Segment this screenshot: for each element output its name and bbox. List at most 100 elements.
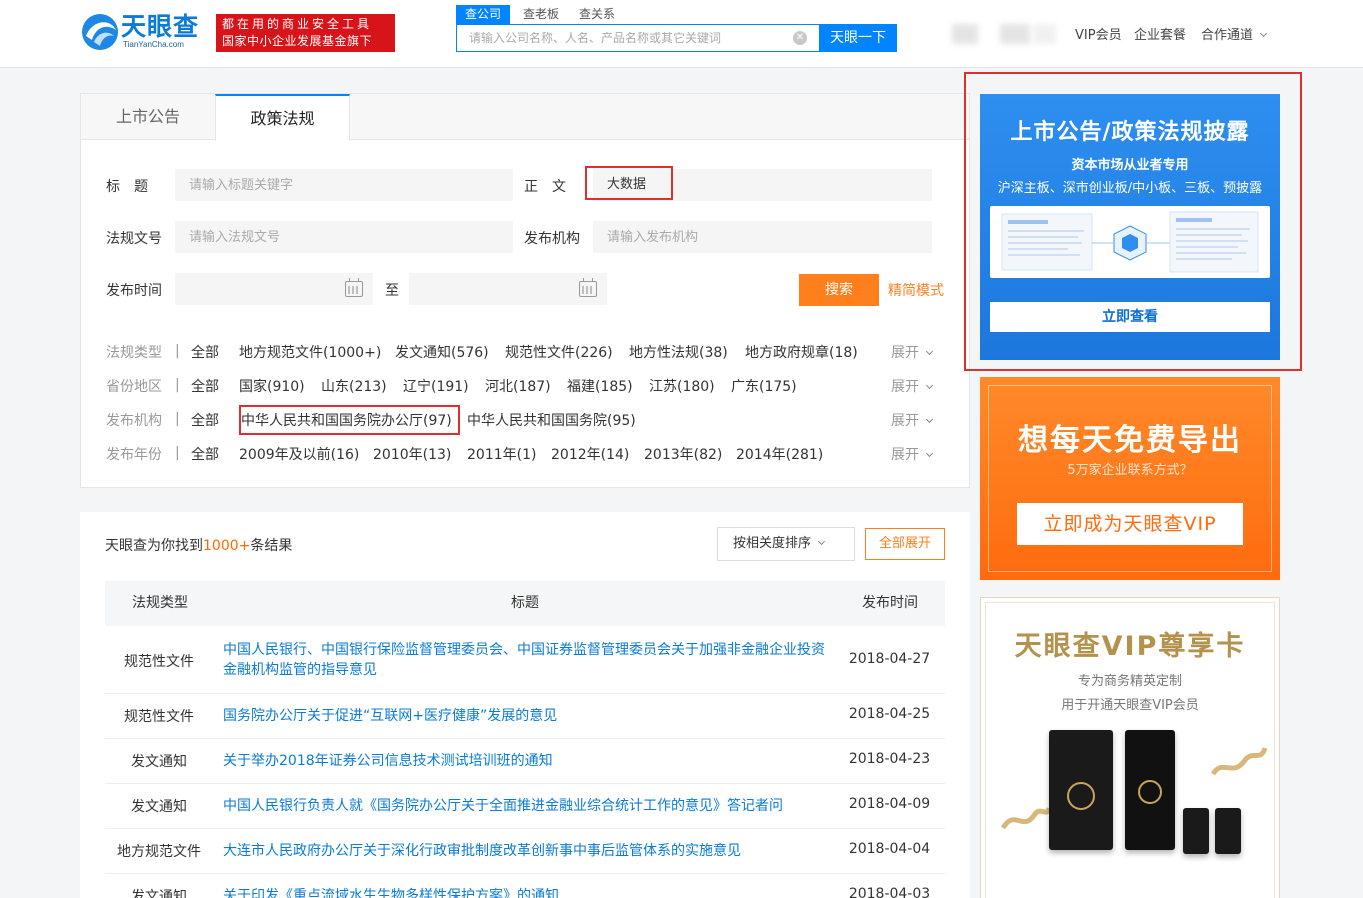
sort-dropdown[interactable]: 按相关度排序 bbox=[717, 527, 855, 561]
filter-option[interactable]: 规范性文件(226) bbox=[505, 342, 613, 362]
filter-option[interactable]: 全部 bbox=[191, 444, 219, 464]
ad2-title: 想每天免费导出 bbox=[1018, 423, 1242, 458]
table-row: 发文通知 关于举办2018年证券公司信息技术测试培训班的通知 2018-04-2… bbox=[105, 739, 945, 784]
filter-option[interactable]: 全部 bbox=[191, 410, 219, 430]
row-title-link[interactable]: 中国人民银行负责人就《国务院办公厅关于全面推进金融业综合统计工作的意见》答记者问 bbox=[223, 796, 833, 816]
search-tab-relation[interactable]: 查关系 bbox=[572, 5, 622, 24]
row-date: 2018-04-03 bbox=[848, 886, 931, 898]
ad-free-export[interactable]: 想每天免费导出 5万家企业联系方式？ 立即成为天眼查VIP bbox=[980, 377, 1280, 580]
row-date: 2018-04-25 bbox=[848, 706, 931, 722]
expand-toggle[interactable]: 展开 bbox=[891, 444, 934, 464]
calendar-icon[interactable] bbox=[345, 278, 363, 297]
chevron-down-icon bbox=[925, 449, 934, 458]
highlight-box-agency bbox=[239, 405, 460, 435]
filter-row-label: 省份地区 bbox=[106, 379, 162, 395]
chevron-down-icon bbox=[925, 381, 934, 390]
search-tab-boss[interactable]: 查老板 bbox=[516, 5, 566, 24]
search-tab-company[interactable]: 查公司 bbox=[456, 5, 510, 24]
result-summary: 天眼查为你找到1000+条结果 bbox=[105, 535, 292, 555]
filter-option[interactable]: 2013年(82) bbox=[644, 444, 722, 464]
expand-toggle[interactable]: 展开 bbox=[891, 376, 934, 396]
filter-option[interactable]: 2010年(13) bbox=[373, 444, 451, 464]
row-date: 2018-04-09 bbox=[848, 796, 931, 812]
ad2-become-vip-button[interactable]: 立即成为天眼查VIP bbox=[1017, 503, 1243, 545]
row-title-link[interactable]: 关于举办2018年证券公司信息技术测试培训班的通知 bbox=[223, 751, 833, 771]
row-title-line: 中国人民银行、中国银行保险监督管理委员会、中国证券监督管理委员会关于加强非金融企… bbox=[223, 642, 825, 658]
blurred-element bbox=[1034, 24, 1056, 44]
filter-option[interactable]: 辽宁(191) bbox=[403, 376, 469, 396]
tianyancha-logo[interactable]: 天眼查 TianYanCha.com bbox=[80, 12, 204, 54]
top-header: 天眼查 TianYanCha.com 都在用的商业安全工具 国家中小企业发展基金… bbox=[0, 0, 1363, 68]
table-row: 发文通知 中国人民银行负责人就《国务院办公厅关于全面推进金融业综合统计工作的意见… bbox=[105, 784, 945, 829]
row-date: 2018-04-04 bbox=[848, 841, 931, 857]
highlight-box-body bbox=[585, 166, 673, 200]
agency-input[interactable] bbox=[593, 221, 932, 253]
filter-option[interactable]: 山东(213) bbox=[321, 376, 387, 396]
search-box: ✕ 天眼一下 bbox=[456, 24, 897, 52]
filter-option[interactable]: 全部 bbox=[191, 376, 219, 396]
filter-option[interactable]: 全部 bbox=[191, 342, 219, 362]
row-title-link[interactable]: 关于印发《重点流域水生生物多样性保护方案》的通知 bbox=[223, 886, 833, 898]
ad-vip-card[interactable]: 天眼查VIP尊享卡 专为商务精英定制 用于开通天眼查VIP会员 bbox=[980, 597, 1280, 898]
tab-listed-announcements[interactable]: 上市公告 bbox=[81, 94, 215, 140]
filter-option[interactable]: 福建(185) bbox=[567, 376, 633, 396]
date-end-input[interactable] bbox=[409, 273, 607, 305]
title-keyword-input[interactable] bbox=[175, 169, 513, 201]
chevron-down-icon bbox=[925, 347, 934, 356]
simple-mode-link[interactable]: 精简模式 bbox=[888, 280, 944, 300]
filter-option[interactable]: 2009年及以前(16) bbox=[239, 444, 359, 464]
filter-row-type: 法规类型 | 全部 地方规范文件(1000+) 发文通知(576) 规范性文件(… bbox=[106, 342, 946, 362]
ad-announcements[interactable]: 上市公告/政策法规披露 资本市场从业者专用 沪深主板、深市创业板/中小板、三板、… bbox=[980, 94, 1280, 360]
nav-enterprise-package[interactable]: 企业套餐 bbox=[1134, 24, 1186, 43]
filter-option[interactable]: 中华人民共和国国务院(95) bbox=[467, 410, 636, 430]
filter-row-label: 发布年份 bbox=[106, 447, 162, 463]
expand-toggle[interactable]: 展开 bbox=[891, 410, 934, 430]
row-title-link[interactable]: 中国人民银行、中国银行保险监督管理委员会、中国证券监督管理委员会关于加强非金融企… bbox=[223, 640, 833, 680]
filter-option[interactable]: 江苏(180) bbox=[649, 376, 715, 396]
row-title-link[interactable]: 大连市人民政府办公厅关于深化行政审批制度改革创新事中事后监管体系的实施意见 bbox=[223, 841, 833, 861]
nav-cooperation[interactable]: 合作通道 bbox=[1201, 24, 1268, 43]
globe-icon bbox=[1067, 782, 1095, 810]
expand-toggle[interactable]: 展开 bbox=[891, 342, 934, 362]
chevron-down-icon bbox=[925, 415, 934, 424]
logo-domain: TianYanCha.com bbox=[123, 40, 184, 49]
separator: | bbox=[175, 411, 180, 427]
row-title-line: 金融机构监管的指导意见 bbox=[223, 662, 377, 678]
calendar-icon[interactable] bbox=[579, 278, 597, 297]
globe-icon bbox=[1138, 780, 1162, 804]
logo-text: 天眼查 bbox=[121, 12, 200, 41]
filter-option[interactable]: 2012年(14) bbox=[551, 444, 629, 464]
row-title-link[interactable]: 国务院办公厅关于促进“互联网+医疗健康”发展的意见 bbox=[223, 706, 833, 726]
filter-option[interactable]: 河北(187) bbox=[485, 376, 551, 396]
filter-option[interactable]: 发文通知(576) bbox=[395, 342, 489, 362]
filter-option[interactable]: 地方性法规(38) bbox=[629, 342, 728, 362]
filter-option[interactable]: 国家(910) bbox=[239, 376, 305, 396]
ad1-view-button[interactable]: 立即查看 bbox=[990, 302, 1270, 332]
search-submit-button[interactable]: 天眼一下 bbox=[819, 24, 897, 52]
date-start-input[interactable] bbox=[175, 273, 373, 305]
filter-option[interactable]: 地方规范文件(1000+) bbox=[239, 342, 381, 362]
filter-option[interactable]: 2014年(281) bbox=[736, 444, 823, 464]
row-type: 地方规范文件 bbox=[117, 844, 201, 860]
row-date: 2018-04-27 bbox=[848, 651, 931, 667]
filter-option[interactable]: 广东(175) bbox=[731, 376, 797, 396]
ad3-subtitle: 专为商务精英定制 bbox=[1077, 674, 1182, 689]
expand-all-button[interactable]: 全部展开 bbox=[865, 528, 945, 560]
category-tabs: 上市公告 政策法规 bbox=[81, 94, 969, 141]
table-row: 地方规范文件 大连市人民政府办公厅关于深化行政审批制度改革创新事中事后监管体系的… bbox=[105, 829, 945, 874]
nav-vip[interactable]: VIP会员 bbox=[1075, 24, 1122, 43]
slogan-line1: 都在用的商业安全工具 bbox=[222, 17, 373, 31]
docno-input[interactable] bbox=[175, 221, 513, 253]
ad1-title: 上市公告/政策法规披露 bbox=[1010, 120, 1250, 145]
clear-icon[interactable]: ✕ bbox=[793, 31, 807, 45]
filter-option[interactable]: 2011年(1) bbox=[467, 444, 536, 464]
filter-option[interactable]: 地方政府规章(18) bbox=[745, 342, 858, 362]
tab-policy-regulations[interactable]: 政策法规 bbox=[215, 94, 350, 141]
filter-search-button[interactable]: 搜索 bbox=[799, 274, 879, 306]
filter-row-region: 省份地区 | 全部 国家(910) 山东(213) 辽宁(191) 河北(187… bbox=[106, 376, 946, 396]
title-label: 标 题 bbox=[106, 179, 148, 195]
gold-ribbon-icon bbox=[1001, 807, 1051, 830]
expand-label: 展开 bbox=[891, 379, 919, 395]
ad1-subtitle: 资本市场从业者专用 bbox=[1071, 158, 1189, 173]
search-input[interactable] bbox=[457, 25, 819, 51]
